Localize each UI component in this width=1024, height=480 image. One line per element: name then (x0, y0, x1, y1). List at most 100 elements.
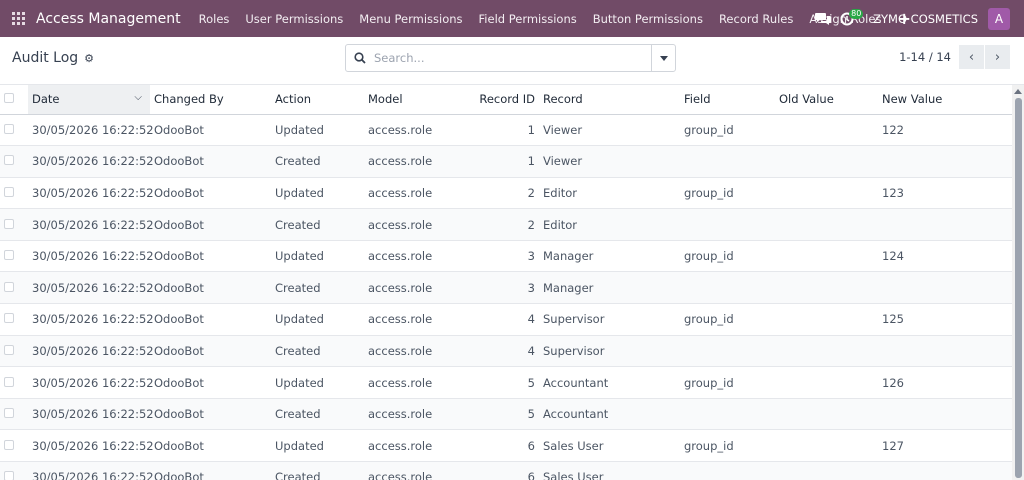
audit-log-list: Date ⌵ Changed By Action Model Record ID … (0, 85, 1012, 480)
cell-field (680, 271, 775, 305)
table-row[interactable]: 30/05/2026 16:22:52 OdooBot Updated access.… (0, 429, 1012, 463)
row-checkbox[interactable] (4, 218, 14, 229)
row-checkbox-cell[interactable] (0, 303, 28, 336)
row-checkbox-cell[interactable] (0, 145, 28, 178)
cell-date: 30/05/2026 16:22:52 (28, 145, 154, 178)
pager-value[interactable]: 1-14 / 14 (899, 50, 951, 64)
cell-action: Created (271, 271, 364, 305)
cell-action: Updated (271, 429, 364, 463)
cell-model: access.role (364, 240, 451, 273)
cell-date: 30/05/2026 16:22:52 (28, 461, 154, 480)
column-header-action[interactable]: Action (271, 85, 364, 115)
row-checkbox-cell[interactable] (0, 366, 28, 399)
row-checkbox[interactable] (4, 471, 14, 480)
row-checkbox[interactable] (4, 376, 14, 387)
cell-field: group_id (680, 303, 775, 336)
row-checkbox[interactable] (4, 344, 14, 355)
row-checkbox-cell[interactable] (0, 114, 28, 147)
menu-record-rules[interactable]: Record Rules (711, 12, 801, 26)
row-checkbox[interactable] (4, 155, 14, 166)
row-checkbox-cell[interactable] (0, 461, 28, 480)
menu-button-permissions[interactable]: Button Permissions (585, 12, 711, 26)
cell-record: Sales User (539, 461, 680, 480)
row-checkbox[interactable] (4, 439, 14, 450)
gear-icon[interactable]: ⚙ (84, 52, 94, 65)
cell-changed-by: OdooBot (150, 271, 271, 305)
select-all-checkbox[interactable] (4, 93, 14, 104)
menu-roles[interactable]: Roles (191, 12, 238, 26)
column-header-record-id[interactable]: Record ID (451, 85, 539, 115)
menu-menu-permissions[interactable]: Menu Permissions (351, 12, 470, 26)
column-header-record[interactable]: Record (539, 85, 680, 115)
column-header-changed-by[interactable]: Changed By (150, 85, 271, 115)
cell-field: group_id (680, 177, 775, 210)
column-header-new-value[interactable]: New Value (878, 85, 1012, 115)
row-checkbox[interactable] (4, 250, 14, 261)
cell-record-id: 1 (451, 114, 539, 147)
cell-field: group_id (680, 114, 775, 147)
cell-model: access.role (364, 271, 451, 305)
table-row[interactable]: 30/05/2026 16:22:52 OdooBot Created access.… (0, 461, 1012, 480)
row-checkbox[interactable] (4, 313, 14, 324)
table-row[interactable]: 30/05/2026 16:22:52 OdooBot Created access.… (0, 271, 1012, 305)
cell-old-value (775, 208, 878, 241)
pager-previous-button[interactable]: ‹ (959, 45, 984, 69)
row-checkbox-cell[interactable] (0, 271, 28, 305)
search-options-toggle[interactable] (651, 45, 675, 71)
search-icon[interactable] (346, 45, 374, 71)
cell-old-value (775, 303, 878, 336)
table-row[interactable]: 30/05/2026 16:22:52 OdooBot Updated access.… (0, 114, 1012, 147)
cell-record-id: 2 (451, 208, 539, 241)
cell-action: Created (271, 461, 364, 480)
cell-new-value (878, 145, 1012, 178)
vertical-scrollbar[interactable] (1012, 85, 1024, 480)
table-row[interactable]: 30/05/2026 16:22:52 OdooBot Created access.… (0, 208, 1012, 241)
cell-new-value: 124 (878, 240, 1012, 273)
row-checkbox-cell[interactable] (0, 398, 28, 431)
select-all-checkbox-cell[interactable] (0, 85, 28, 115)
cell-new-value: 127 (878, 429, 1012, 463)
row-checkbox-cell[interactable] (0, 177, 28, 210)
column-header-field[interactable]: Field (680, 85, 775, 115)
row-checkbox[interactable] (4, 123, 14, 134)
user-avatar[interactable]: A (988, 7, 1010, 30)
row-checkbox-cell[interactable] (0, 208, 28, 241)
cell-old-value (775, 114, 878, 147)
row-checkbox[interactable] (4, 281, 14, 292)
row-checkbox-cell[interactable] (0, 429, 28, 463)
chat-icon[interactable] (811, 0, 835, 37)
row-checkbox[interactable] (4, 186, 14, 197)
company-switcher[interactable]: ZYMO COSMETICS (873, 12, 978, 26)
table-row[interactable]: 30/05/2026 16:22:52 OdooBot Created access.… (0, 145, 1012, 178)
column-header-model[interactable]: Model (364, 85, 451, 115)
table-row[interactable]: 30/05/2026 16:22:52 OdooBot Updated access.… (0, 303, 1012, 336)
row-checkbox-cell[interactable] (0, 335, 28, 368)
table-row[interactable]: 30/05/2026 16:22:52 OdooBot Updated access.… (0, 366, 1012, 399)
apps-menu-icon[interactable] (0, 0, 36, 37)
scroll-up-icon[interactable] (1012, 85, 1024, 97)
menu-field-permissions[interactable]: Field Permissions (471, 12, 585, 26)
row-checkbox[interactable] (4, 408, 14, 419)
cell-changed-by: OdooBot (150, 240, 271, 273)
table-row[interactable]: 30/05/2026 16:22:52 OdooBot Updated access.… (0, 240, 1012, 273)
scrollbar-thumb[interactable] (1015, 98, 1022, 478)
menu-user-permissions[interactable]: User Permissions (237, 12, 351, 26)
column-header-date[interactable]: Date ⌵ (28, 85, 150, 115)
cell-new-value: 125 (878, 303, 1012, 336)
table-row[interactable]: 30/05/2026 16:22:52 OdooBot Updated access.… (0, 177, 1012, 210)
cell-old-value (775, 177, 878, 210)
cell-changed-by: OdooBot (150, 145, 271, 178)
table-row[interactable]: 30/05/2026 16:22:52 OdooBot Created access.… (0, 335, 1012, 368)
row-checkbox-cell[interactable] (0, 240, 28, 273)
column-header-old-value[interactable]: Old Value (775, 85, 878, 115)
activity-clock-icon[interactable]: 80 (835, 0, 864, 37)
app-name[interactable]: Access Management (36, 11, 181, 27)
cell-date: 30/05/2026 16:22:52 (28, 398, 154, 431)
table-row[interactable]: 30/05/2026 16:22:52 OdooBot Created access.… (0, 398, 1012, 431)
cell-date: 30/05/2026 16:22:52 (28, 114, 154, 147)
pager-next-button[interactable]: › (985, 45, 1010, 69)
cell-date: 30/05/2026 16:22:52 (28, 240, 154, 273)
search-input[interactable] (374, 51, 651, 65)
cell-record-id: 6 (451, 461, 539, 480)
cell-changed-by: OdooBot (150, 366, 271, 399)
